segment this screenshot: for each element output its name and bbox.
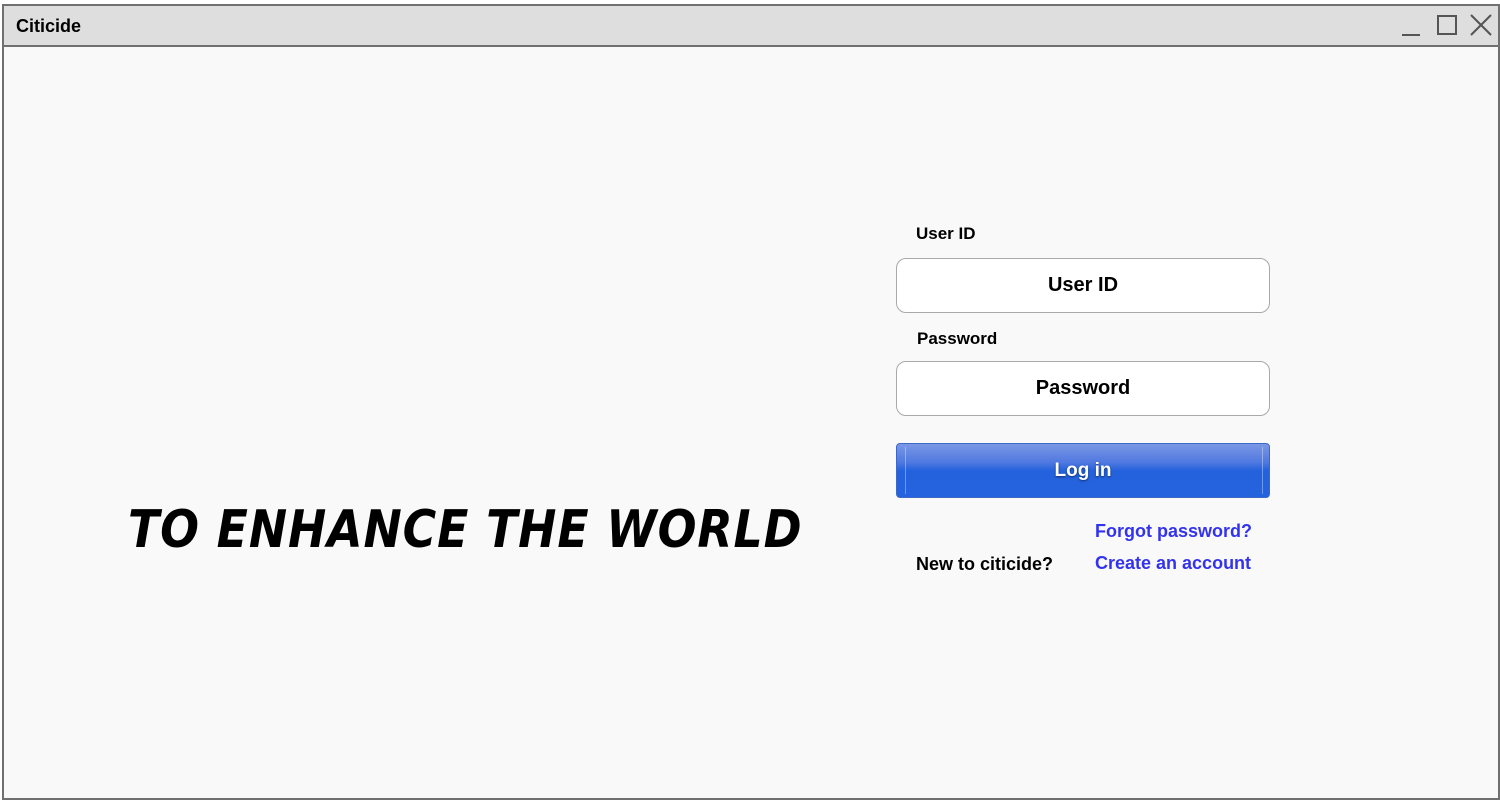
close-icon (1470, 14, 1492, 36)
password-input[interactable] (896, 361, 1270, 416)
new-user-prompt: New to citicide? (916, 554, 1054, 574)
minimize-icon (1402, 34, 1420, 36)
close-button[interactable] (1467, 12, 1495, 40)
title-bar: Citicide (4, 6, 1498, 47)
create-account-link[interactable]: Create an account (1095, 553, 1251, 574)
app-window: Citicide (2, 4, 1500, 800)
slogan-text: TO ENHANCE THE WORLD (128, 500, 803, 560)
login-button[interactable]: Log in (896, 443, 1270, 498)
window-title: Citicide (16, 16, 82, 36)
minimize-button[interactable] (1397, 12, 1425, 40)
user-id-label: User ID (916, 224, 976, 243)
password-label: Password (917, 329, 998, 348)
forgot-password-link[interactable]: Forgot password? (1095, 521, 1252, 542)
maximize-button[interactable] (1433, 12, 1461, 40)
maximize-icon (1437, 15, 1457, 35)
user-id-input[interactable] (896, 258, 1270, 313)
